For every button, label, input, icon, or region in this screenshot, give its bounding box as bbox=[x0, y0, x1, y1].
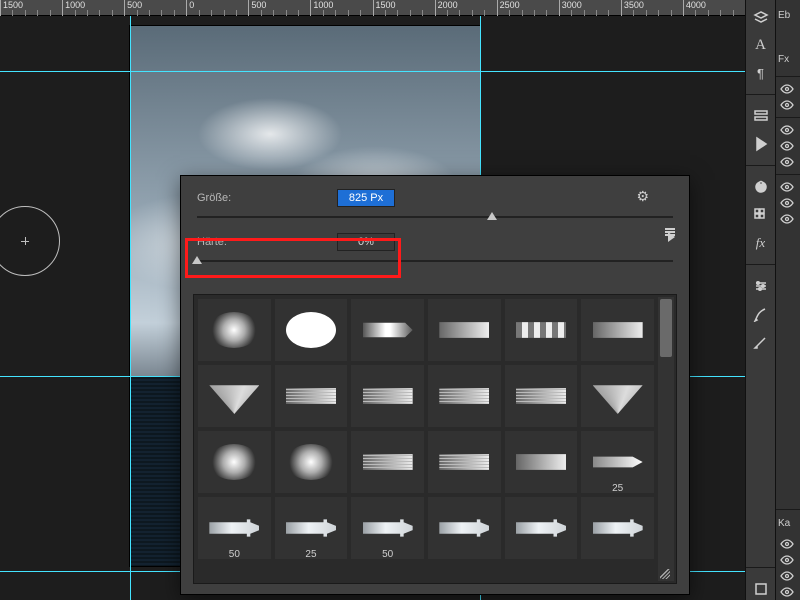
brush-tip-icon bbox=[209, 444, 259, 480]
brush-preset[interactable] bbox=[428, 365, 501, 427]
brush-settings-icon[interactable] bbox=[750, 331, 772, 353]
brush-tip-icon bbox=[516, 378, 566, 414]
hardness-label: Härte: bbox=[197, 236, 337, 248]
visibility-eye-icon[interactable] bbox=[776, 154, 798, 170]
brush-preset[interactable] bbox=[505, 299, 578, 361]
type-panel-icon[interactable]: A bbox=[750, 34, 772, 56]
visibility-eye-icon[interactable] bbox=[776, 97, 798, 113]
brush-size-label: 50 bbox=[351, 549, 424, 560]
brush-tip-icon bbox=[286, 312, 336, 348]
hardness-input[interactable]: 0% bbox=[337, 233, 395, 251]
color-panel-icon[interactable] bbox=[750, 176, 772, 198]
brush-tip-icon bbox=[593, 378, 643, 414]
visibility-eye-icon[interactable] bbox=[776, 552, 798, 568]
brush-preset[interactable] bbox=[351, 431, 424, 493]
right-dock: A ¶ fx Eb Fx Ka bbox=[745, 0, 800, 600]
resize-grip-icon[interactable] bbox=[660, 569, 670, 579]
visibility-eye-icon[interactable] bbox=[776, 81, 798, 97]
brush-preset[interactable] bbox=[428, 497, 501, 559]
ruler-horizontal[interactable]: 1500100050005001000150020002500300035004… bbox=[0, 0, 745, 16]
size-slider[interactable] bbox=[197, 210, 673, 224]
guide-horizontal[interactable] bbox=[0, 71, 745, 72]
brush-size-label: 50 bbox=[198, 549, 271, 560]
brush-preset[interactable] bbox=[581, 299, 654, 361]
brush-tip-icon bbox=[439, 312, 489, 348]
paragraph-panel-icon[interactable]: ¶ bbox=[750, 62, 772, 84]
ruler-tick: 0 bbox=[186, 0, 194, 16]
brush-preset[interactable] bbox=[198, 299, 271, 361]
visibility-eye-icon[interactable] bbox=[776, 211, 798, 227]
visibility-eye-icon[interactable] bbox=[776, 584, 798, 600]
brush-preset[interactable] bbox=[275, 299, 348, 361]
size-label: Größe: bbox=[197, 192, 337, 204]
brush-tip-icon bbox=[593, 510, 643, 546]
brush-preset-grid: 25502550 bbox=[193, 294, 677, 584]
brush-size-label: 25 bbox=[581, 483, 654, 494]
brush-tip-icon bbox=[286, 510, 336, 546]
layers-panel-icon[interactable] bbox=[750, 6, 772, 28]
guide-vertical[interactable] bbox=[130, 16, 131, 600]
brush-preset[interactable] bbox=[428, 431, 501, 493]
brush-preset[interactable] bbox=[581, 497, 654, 559]
styles-panel-icon[interactable]: fx bbox=[750, 232, 772, 254]
brush-settings-panel: Größe: 825 Px Härte: 0% ⚙ 25502550 bbox=[180, 175, 690, 595]
brush-tip-icon bbox=[439, 444, 489, 480]
visibility-eye-icon[interactable] bbox=[776, 568, 798, 584]
brush-tip-icon bbox=[593, 444, 643, 480]
flyout-menu-icon[interactable] bbox=[661, 232, 675, 242]
brush-preset[interactable] bbox=[505, 431, 578, 493]
brush-preset[interactable] bbox=[581, 365, 654, 427]
dock-label-channels[interactable]: Ka bbox=[776, 514, 800, 536]
brush-tip-icon bbox=[439, 510, 489, 546]
brush-preset[interactable]: 50 bbox=[351, 497, 424, 559]
hardness-slider[interactable] bbox=[197, 254, 673, 268]
visibility-eye-icon[interactable] bbox=[776, 122, 798, 138]
visibility-eye-icon[interactable] bbox=[776, 536, 798, 552]
adjustments-panel-icon[interactable] bbox=[750, 275, 772, 297]
brush-preset[interactable] bbox=[351, 365, 424, 427]
preset-scrollbar[interactable] bbox=[658, 297, 674, 581]
visibility-eye-icon[interactable] bbox=[776, 179, 798, 195]
swatches-panel-icon[interactable] bbox=[750, 204, 772, 226]
brush-tip-icon bbox=[209, 312, 259, 348]
brush-tip-icon bbox=[209, 378, 259, 414]
gear-icon[interactable]: ⚙ bbox=[636, 188, 649, 205]
brush-preset[interactable]: 25 bbox=[275, 497, 348, 559]
brush-preset[interactable] bbox=[505, 365, 578, 427]
brush-preset[interactable] bbox=[198, 365, 271, 427]
brush-tip-icon bbox=[363, 312, 413, 348]
brush-tip-icon bbox=[363, 378, 413, 414]
brush-tip-icon bbox=[516, 312, 566, 348]
actions-panel-icon[interactable] bbox=[750, 105, 772, 127]
brush-tip-icon bbox=[286, 444, 336, 480]
brush-preset[interactable] bbox=[275, 365, 348, 427]
brushes-panel-icon[interactable] bbox=[750, 303, 772, 325]
play-icon[interactable] bbox=[750, 133, 772, 155]
visibility-eye-icon[interactable] bbox=[776, 195, 798, 211]
brush-preset[interactable] bbox=[351, 299, 424, 361]
brush-preset[interactable] bbox=[428, 299, 501, 361]
brush-tip-icon bbox=[286, 378, 336, 414]
brush-preset[interactable]: 50 bbox=[198, 497, 271, 559]
brush-tip-icon bbox=[516, 444, 566, 480]
brush-preset[interactable]: 25 bbox=[581, 431, 654, 493]
visibility-eye-icon[interactable] bbox=[776, 138, 798, 154]
brush-preset[interactable] bbox=[275, 431, 348, 493]
brush-preset[interactable] bbox=[198, 431, 271, 493]
dock-label-layers[interactable]: Eb bbox=[776, 6, 800, 28]
size-input[interactable]: 825 Px bbox=[337, 189, 395, 207]
brush-tip-icon bbox=[593, 312, 643, 348]
brush-tip-icon bbox=[209, 510, 259, 546]
channels-panel-icon[interactable] bbox=[750, 578, 772, 600]
brush-size-label: 25 bbox=[275, 549, 348, 560]
brush-tip-icon bbox=[363, 510, 413, 546]
brush-tip-icon bbox=[363, 444, 413, 480]
dock-label-effects[interactable]: Fx bbox=[776, 50, 800, 72]
brush-tip-icon bbox=[439, 378, 489, 414]
brush-tip-icon bbox=[516, 510, 566, 546]
brush-preset[interactable] bbox=[505, 497, 578, 559]
brush-cursor bbox=[0, 206, 60, 276]
